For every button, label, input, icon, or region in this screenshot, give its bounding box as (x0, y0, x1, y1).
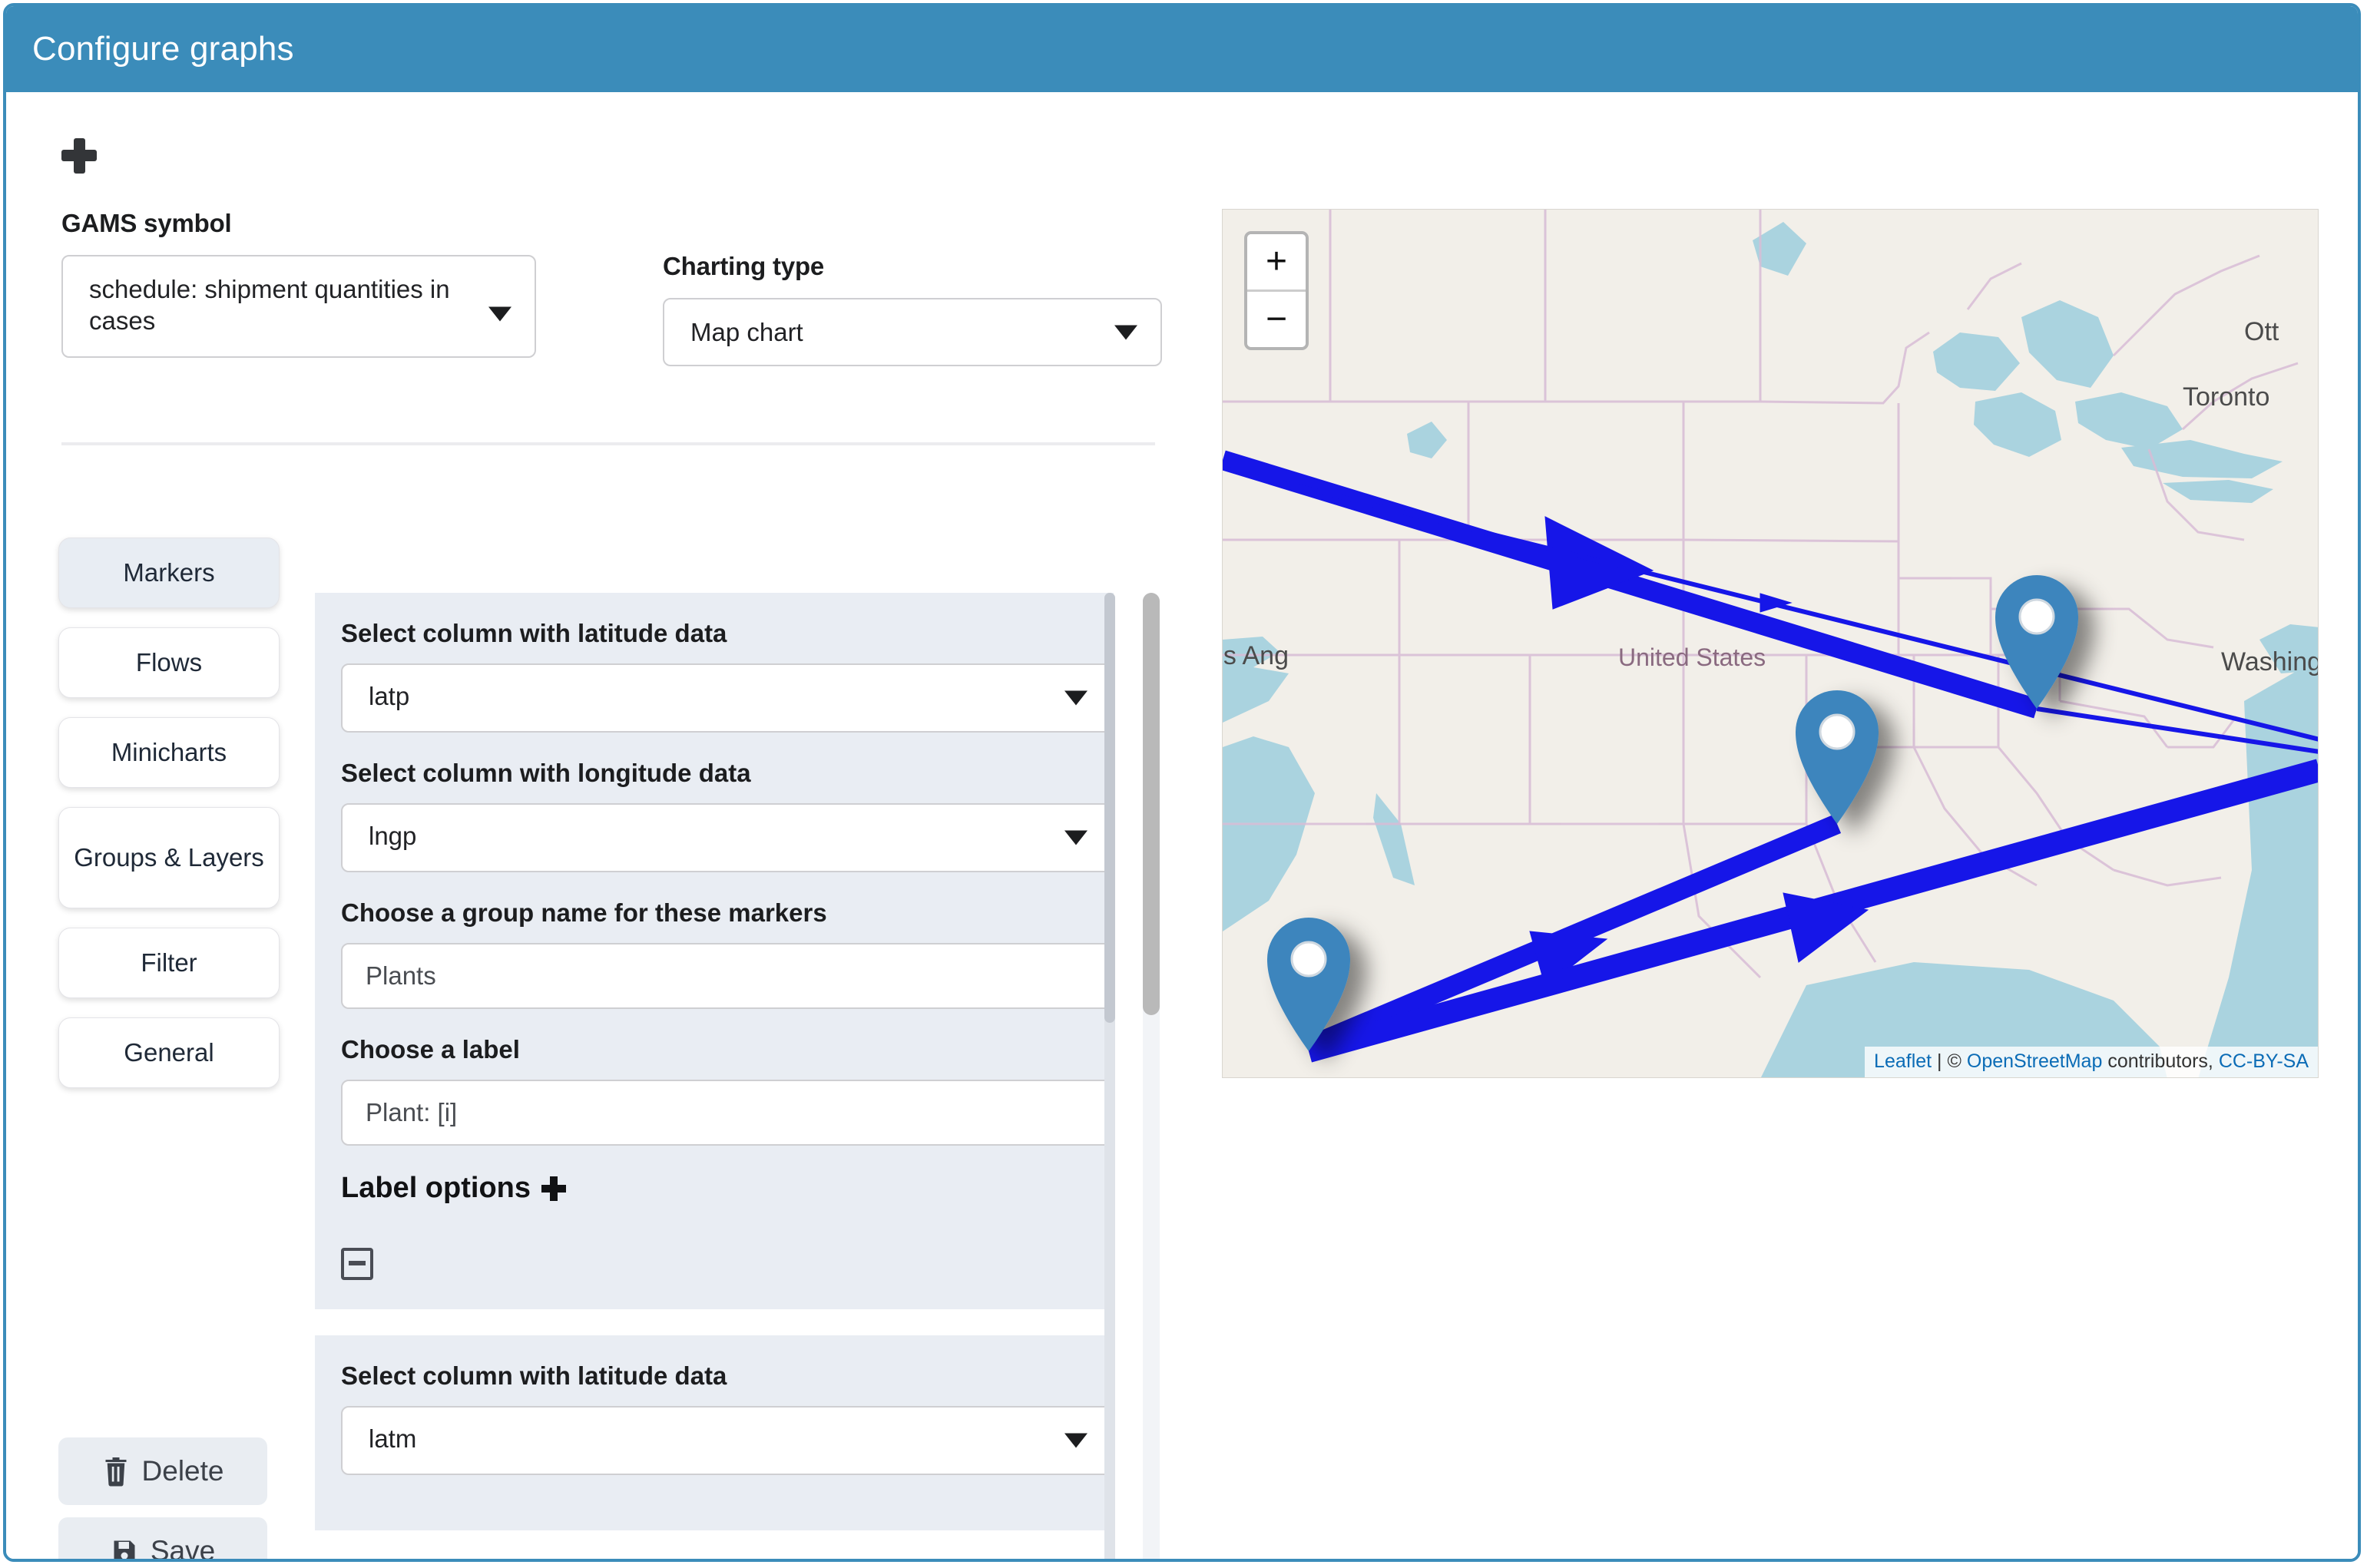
gams-symbol-label: GAMS symbol (61, 209, 553, 238)
trash-icon (102, 1456, 130, 1487)
second-marker-settings-card: Select column with latitude data latm (315, 1335, 1114, 1530)
longitude-column-label: Select column with longitude data (341, 759, 1087, 788)
group-name-input[interactable]: Plants (341, 943, 1112, 1009)
settings-scroll-area: Select column with latitude data latp Se… (315, 593, 1160, 1562)
delete-button[interactable]: Delete (58, 1437, 267, 1505)
marker-label-input[interactable]: Plant: [i] (341, 1080, 1112, 1146)
tab-label: Markers (123, 558, 214, 588)
label-options-header: Label options (341, 1172, 1087, 1205)
map-canvas (1223, 210, 2319, 1078)
window-titlebar: Configure graphs (6, 6, 2358, 92)
section-divider (61, 442, 1155, 445)
latitude-column-select-2[interactable]: latm (341, 1406, 1112, 1475)
map-label-toronto: Toronto (2183, 382, 2269, 412)
save-button[interactable]: Save (58, 1517, 267, 1562)
tab-label: Minicharts (111, 738, 227, 768)
chevron-down-icon (1064, 1434, 1087, 1448)
latitude-column-value: latp (343, 665, 1111, 731)
marker-label-label: Choose a label (341, 1035, 1087, 1064)
tab-label: Groups & Layers (74, 843, 264, 873)
chevron-down-icon (1064, 831, 1087, 845)
longitude-column-value: lngp (343, 805, 1111, 871)
map-label-los-angeles: os Ang (1222, 641, 1289, 671)
settings-tab-list: Markers Flows Minicharts Groups & Layers… (58, 538, 281, 1107)
license-link[interactable]: CC-BY-SA (2219, 1050, 2309, 1072)
attribution-separator: | (1932, 1050, 1947, 1072)
sidebar-item-markers[interactable]: Markers (58, 538, 280, 608)
configuration-pane: GAMS symbol schedule: shipment quantitie… (6, 92, 1181, 1559)
floppy-disk-icon (111, 1537, 138, 1562)
window-body: GAMS symbol schedule: shipment quantitie… (6, 92, 2358, 1559)
window-title: Configure graphs (32, 30, 294, 68)
leaflet-link[interactable]: Leaflet (1874, 1050, 1932, 1072)
configure-graphs-window: Configure graphs GAMS symbol schedule: s… (3, 3, 2361, 1562)
screenshot-root: Configure graphs GAMS symbol schedule: s… (0, 0, 2367, 1568)
label-options-plus-icon[interactable] (541, 1176, 566, 1201)
map-label-ottawa: Ott (2244, 317, 2279, 347)
settings-scrollbar-thumb[interactable] (1143, 593, 1160, 1015)
charting-type-label: Charting type (663, 252, 1162, 281)
latitude-column-select[interactable]: latp (341, 663, 1112, 733)
latitude-column-value-2: latm (343, 1408, 1111, 1474)
gams-symbol-value: schedule: shipment quantities in cases (63, 256, 535, 356)
chevron-down-icon (1064, 691, 1087, 706)
sidebar-item-groups-layers[interactable]: Groups & Layers (58, 807, 280, 908)
charting-type-value: Map chart (664, 299, 1160, 365)
map-attribution: Leaflet | © OpenStreetMap contributors, … (1865, 1047, 2318, 1077)
map-land (1223, 210, 2319, 1078)
openstreetmap-link[interactable]: OpenStreetMap (1967, 1050, 2103, 1072)
add-graph-plus-icon[interactable] (61, 137, 100, 175)
group-name-label: Choose a group name for these markers (341, 898, 1087, 928)
label-options-title: Label options (341, 1172, 531, 1205)
tab-label: General (124, 1038, 214, 1068)
charting-type-select[interactable]: Map chart (663, 298, 1162, 366)
latitude-column-label: Select column with latitude data (341, 619, 1087, 648)
latitude-column-label-2: Select column with latitude data (341, 1361, 1087, 1391)
action-button-group: Delete Save (58, 1437, 281, 1562)
leaflet-map[interactable]: Ott Toronto Washing United States os Ang (1222, 209, 2319, 1078)
markers-settings-card: Select column with latitude data latp Se… (315, 593, 1114, 1309)
sidebar-item-filter[interactable]: Filter (58, 928, 280, 998)
settings-scrollbar-track[interactable] (1143, 593, 1160, 1562)
delete-button-label: Delete (142, 1455, 224, 1487)
minus-square-icon[interactable] (341, 1248, 373, 1280)
attribution-contributors: contributors, (2102, 1050, 2218, 1072)
zoom-out-button[interactable]: − (1247, 289, 1306, 347)
tab-label: Flows (136, 648, 202, 678)
inner-scrollbar-track[interactable] (1104, 593, 1115, 1562)
attribution-copyright: © (1948, 1050, 1967, 1072)
inner-scrollbar-thumb[interactable] (1104, 593, 1115, 1023)
tab-label: Filter (141, 948, 197, 978)
settings-scroll-content: Select column with latitude data latp Se… (315, 593, 1129, 1562)
chevron-down-icon (488, 307, 511, 322)
charting-type-field: Charting type Map chart (663, 252, 1162, 366)
sidebar-item-general[interactable]: General (58, 1017, 280, 1088)
map-zoom-control: + − (1244, 231, 1309, 350)
zoom-in-button[interactable]: + (1247, 234, 1306, 289)
longitude-column-select[interactable]: lngp (341, 803, 1112, 872)
gams-symbol-select[interactable]: schedule: shipment quantities in cases (61, 255, 536, 358)
gams-symbol-field: GAMS symbol schedule: shipment quantitie… (61, 209, 553, 358)
map-label-united-states: United States (1618, 643, 1766, 672)
map-label-washington: Washing (2221, 647, 2319, 677)
sidebar-item-minicharts[interactable]: Minicharts (58, 717, 280, 788)
sidebar-item-flows[interactable]: Flows (58, 627, 280, 698)
save-button-label: Save (151, 1535, 215, 1562)
chevron-down-icon (1114, 325, 1137, 339)
